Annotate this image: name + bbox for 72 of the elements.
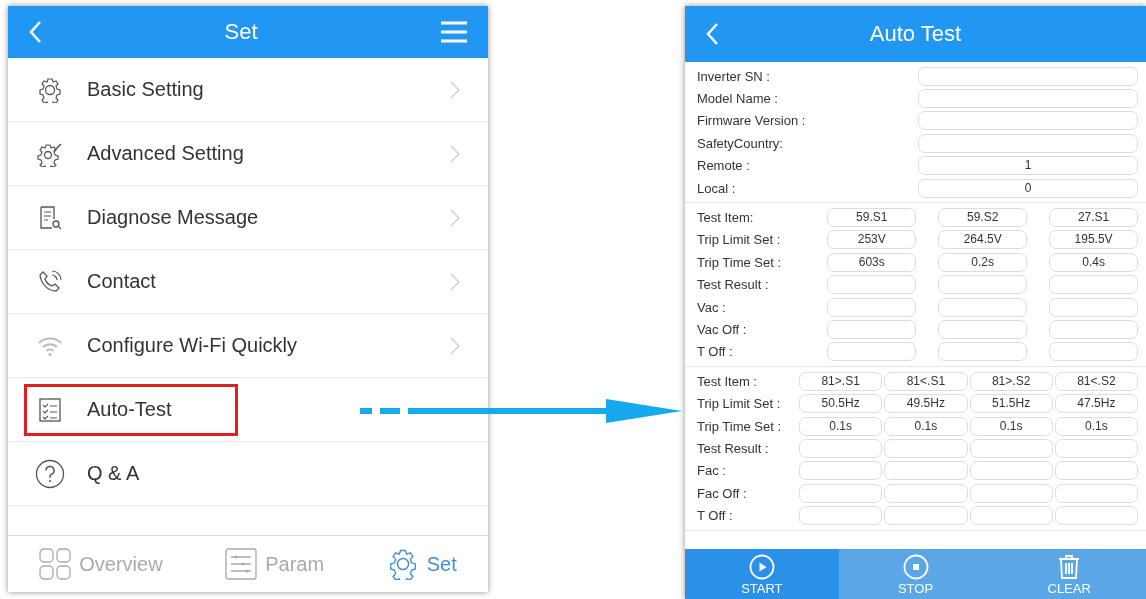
- row-label: Trip Limit Set :: [697, 396, 782, 412]
- table-cell: 47.5Hz: [1054, 394, 1138, 414]
- back-icon[interactable]: [705, 22, 719, 46]
- row-label: Trip Time Set :: [697, 254, 783, 270]
- field-label: Inverter SN :: [697, 68, 771, 84]
- row-label: Trip Time Set :: [697, 418, 783, 434]
- field-label: Model Name :: [697, 91, 779, 107]
- settings-item-label: Advanced Setting: [87, 142, 244, 165]
- input-field[interactable]: 0: [918, 178, 1138, 198]
- settings-item[interactable]: Advanced Setting: [8, 122, 488, 186]
- gear-wrench-icon: [35, 140, 65, 167]
- row-label: T Off :: [697, 508, 734, 524]
- table-cell: 0.1s: [1054, 416, 1138, 436]
- input-field[interactable]: [918, 111, 1138, 131]
- table-cell: 0.4s: [1049, 252, 1138, 272]
- grid-icon: [39, 548, 72, 580]
- row-label: Test Result :: [697, 277, 770, 293]
- settings-item[interactable]: Contact: [8, 250, 488, 314]
- row-label: T Off :: [697, 344, 734, 360]
- settings-item-label: Contact: [87, 270, 156, 293]
- table-cell: 81<.S1: [884, 371, 968, 391]
- question-icon: [35, 458, 65, 489]
- row-label: Test Item :: [697, 373, 758, 389]
- table-cell: 0.1s: [884, 416, 968, 436]
- table-cell: 81>.S2: [969, 371, 1053, 391]
- screen-title: Set: [224, 19, 258, 45]
- back-icon[interactable]: [28, 20, 42, 44]
- field-label: Local :: [697, 180, 737, 196]
- settings-item-label: Diagnose Message: [87, 206, 259, 229]
- field-label: SafetyCountry:: [697, 135, 784, 151]
- table-cell: 0.1s: [969, 416, 1053, 436]
- settings-item[interactable]: Q & A: [8, 442, 488, 506]
- settings-item[interactable]: Basic Setting: [8, 58, 488, 122]
- row-label: Test Result :: [697, 440, 770, 456]
- row-label: Vac Off :: [697, 322, 748, 337]
- row-label: Fac Off :: [697, 485, 748, 501]
- trash-icon: [1057, 554, 1082, 580]
- input-field[interactable]: [918, 89, 1138, 109]
- table-cell: 59.S1: [827, 208, 917, 228]
- input-field[interactable]: [918, 66, 1138, 86]
- table-cell: 81<.S2: [1054, 371, 1138, 391]
- play-icon: [748, 554, 775, 580]
- row-label: Trip Limit Set :: [697, 232, 782, 248]
- table-cell: 51.5Hz: [969, 394, 1053, 414]
- table-cell: 59.S2: [938, 208, 1028, 228]
- field-label: Firmware Version :: [697, 113, 807, 129]
- table-cell: 0.2s: [938, 252, 1028, 272]
- settings-item[interactable]: Diagnose Message: [8, 186, 488, 250]
- settings-item-label: Basic Setting: [87, 78, 204, 101]
- screen-title: Auto Test: [869, 21, 962, 47]
- table-cell: 81>.S1: [799, 371, 883, 391]
- settings-item[interactable]: Configure Wi-Fi Quickly: [8, 314, 488, 378]
- menu-icon[interactable]: [440, 20, 468, 44]
- settings-item-label: Configure Wi-Fi Quickly: [87, 334, 298, 357]
- input-field[interactable]: 1: [918, 156, 1138, 176]
- table-cell: 264.5V: [938, 230, 1028, 250]
- table-cell: 27.S1: [1049, 208, 1138, 228]
- table-cell: 195.5V: [1049, 230, 1138, 250]
- settings-item-label: Auto-Test: [87, 398, 172, 421]
- settings-item-label: Q & A: [87, 462, 140, 485]
- table-cell: 253V: [827, 230, 917, 250]
- sliders-icon: [225, 548, 258, 580]
- table-cell: 50.5Hz: [799, 394, 883, 414]
- table-cell: 603s: [827, 252, 917, 272]
- row-label: Test Item:: [697, 210, 755, 226]
- stop-icon: [902, 554, 929, 580]
- table-cell: 49.5Hz: [884, 394, 968, 414]
- row-label: Vac :: [697, 299, 727, 315]
- row-label: Fac :: [697, 463, 727, 479]
- input-field[interactable]: [918, 133, 1138, 153]
- table-cell: 0.1s: [799, 416, 883, 436]
- field-label: Remote :: [697, 158, 751, 174]
